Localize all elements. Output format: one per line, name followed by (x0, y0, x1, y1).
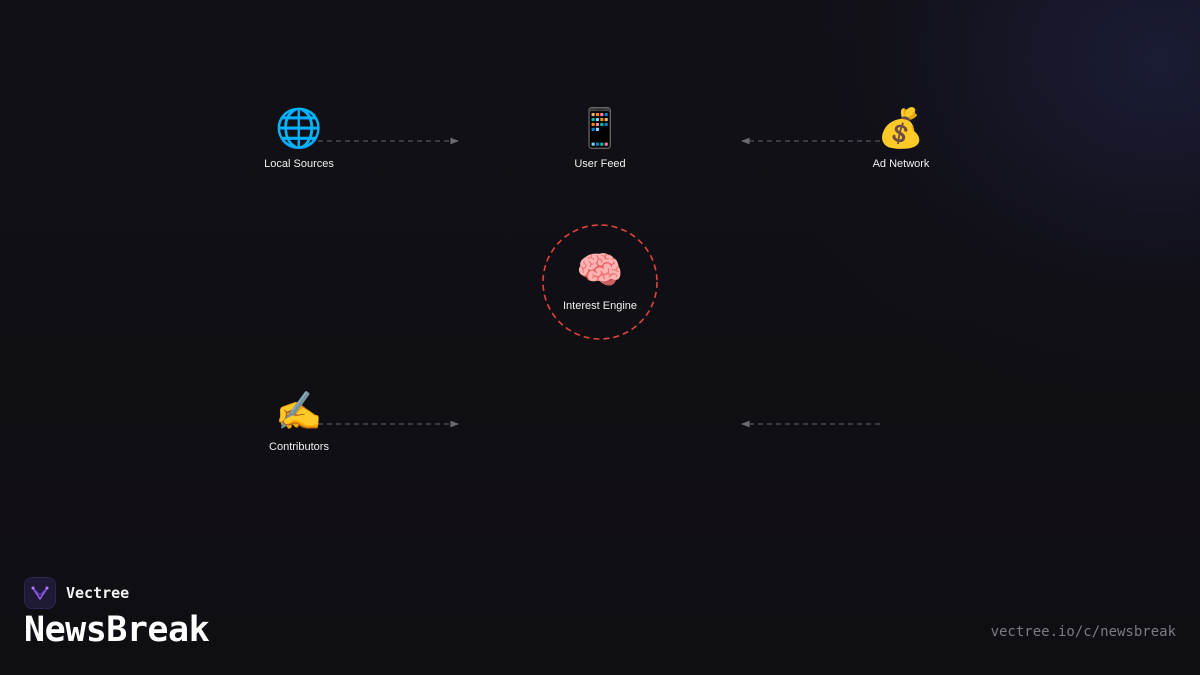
writing-hand-icon: ✍️ (275, 389, 323, 433)
mobile-phone-icon: 📱 (576, 106, 624, 150)
brand-header[interactable]: Vectree (24, 577, 129, 609)
globe-icon: 🌐 (275, 106, 323, 150)
company-title: NewsBreak (24, 610, 210, 650)
node-label: Local Sources (264, 158, 334, 170)
node-user-feed[interactable]: 📱 User Feed (520, 106, 680, 170)
diagram-canvas: 🌐 Local Sources 📱 User Feed 💰 Ad Network… (0, 0, 1200, 675)
node-ad-network[interactable]: 💰 Ad Network (821, 106, 981, 170)
node-interest-engine[interactable]: 🧠 Interest Engine (520, 248, 680, 312)
node-label: Ad Network (872, 158, 930, 170)
node-label: User Feed (574, 158, 626, 170)
brain-icon: 🧠 (576, 248, 624, 292)
edges-layer (318, 137, 880, 428)
money-bag-icon: 💰 (877, 106, 925, 150)
vectree-logo-icon (24, 577, 56, 609)
node-label: Contributors (269, 441, 329, 453)
vectree-logo-glyph (31, 586, 49, 600)
node-contributors[interactable]: ✍️ Contributors (219, 389, 379, 453)
node-local-sources[interactable]: 🌐 Local Sources (219, 106, 379, 170)
brand-name: Vectree (66, 584, 130, 602)
node-label: Interest Engine (563, 300, 637, 312)
company-url[interactable]: vectree.io/c/newsbreak (991, 624, 1176, 640)
